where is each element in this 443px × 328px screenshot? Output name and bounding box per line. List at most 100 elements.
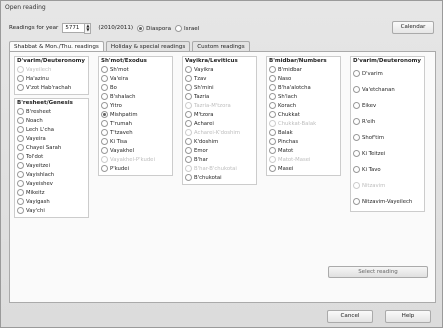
reading-radio[interactable]: Balak: [269, 129, 338, 138]
reading-radio[interactable]: Vayeira: [17, 135, 86, 144]
reading-radio[interactable]: B'har: [185, 156, 254, 165]
group-header: D'varim/Deuteronomy: [353, 58, 421, 64]
reading-radio[interactable]: T'rumah: [101, 120, 170, 129]
reading-radio[interactable]: D'varim: [353, 66, 422, 82]
radio-icon: [269, 66, 276, 73]
group-header: B'resheet/Genesis: [17, 100, 73, 106]
reading-label: B'har-B'chukotai: [194, 166, 237, 172]
reading-label: Ha'azinu: [26, 76, 49, 82]
col-deut-genesis: D'varim/Deuteronomy Vayeilech Ha'azinu V'z…: [14, 56, 89, 218]
reading-radio[interactable]: Tzav: [185, 75, 254, 84]
reading-radio[interactable]: Chukkat: [269, 111, 338, 120]
reading-radio[interactable]: Sh'lach: [269, 93, 338, 102]
radio-icon: [17, 162, 24, 169]
reading-radio[interactable]: Lech L'cha: [17, 126, 86, 135]
radio-icon: [269, 111, 276, 118]
reading-radio: Matot-Masei: [269, 156, 338, 165]
reading-radio[interactable]: Pinchas: [269, 138, 338, 147]
reading-label: Shof'tim: [362, 135, 384, 141]
radio-icon: [353, 118, 360, 125]
reading-label: Nitzavim: [362, 183, 386, 189]
reading-radio[interactable]: Sh'mot: [101, 66, 170, 75]
reading-label: Mishpatim: [110, 112, 138, 118]
reading-radio[interactable]: K'doshim: [185, 138, 254, 147]
help-button[interactable]: Help: [385, 310, 431, 323]
reading-label: Tazria-M'tzora: [194, 103, 231, 109]
reading-radio[interactable]: R'eih: [353, 114, 422, 130]
reading-radio[interactable]: Emor: [185, 147, 254, 156]
reading-radio[interactable]: V'zot Hab'rachah: [17, 84, 86, 93]
reading-label: Tazria: [194, 94, 210, 100]
reading-radio[interactable]: Eikev: [353, 98, 422, 114]
radio-icon: [101, 129, 108, 136]
year-spinner[interactable]: 5771 ▲ ▼: [62, 23, 92, 34]
reading-radio[interactable]: Va'etchanan: [353, 82, 422, 98]
reading-radio[interactable]: T'tzaveh: [101, 129, 170, 138]
reading-radio[interactable]: Chayei Sarah: [17, 144, 86, 153]
reading-radio[interactable]: Mikeitz: [17, 189, 86, 198]
calendar-button[interactable]: Calendar: [392, 21, 434, 34]
reading-label: D'varim: [362, 71, 383, 77]
group-numbers: B'midbar/Numbers B'midbar Naso B'ha'alotch…: [266, 56, 341, 176]
col-leviticus: Vayikra/Leviticus Vayikra Tzav Sh'mini Tazr…: [182, 56, 257, 185]
reading-radio[interactable]: Vayikra: [185, 66, 254, 75]
reading-radio[interactable]: Vayeishev: [17, 180, 86, 189]
group-header: Sh'mot/Exodus: [101, 58, 147, 64]
reading-radio[interactable]: Tazria: [185, 93, 254, 102]
reading-radio[interactable]: Noach: [17, 117, 86, 126]
reading-radio[interactable]: Ki Tavo: [353, 162, 422, 178]
reading-radio[interactable]: Mishpatim: [101, 111, 170, 120]
reading-radio[interactable]: Ki Tisa: [101, 138, 170, 147]
reading-label: Matot: [278, 148, 294, 154]
reading-radio[interactable]: B'midbar: [269, 66, 338, 75]
spinner-arrows-icon[interactable]: ▲ ▼: [84, 23, 92, 34]
reading-radio[interactable]: Shof'tim: [353, 130, 422, 146]
reading-label: Bo: [110, 85, 117, 91]
reading-radio[interactable]: Matot: [269, 147, 338, 156]
reading-label: Tzav: [194, 76, 207, 82]
reading-radio[interactable]: Vayishlach: [17, 171, 86, 180]
reading-label: Emor: [194, 148, 208, 154]
reading-radio[interactable]: Ki Teitzei: [353, 146, 422, 162]
radio-icon: [185, 84, 192, 91]
reading-radio[interactable]: Masei: [269, 165, 338, 174]
reading-label: Vayishlach: [26, 172, 55, 178]
reading-radio[interactable]: B'shalach: [101, 93, 170, 102]
radio-icon: [101, 120, 108, 127]
radio-icon: [185, 120, 192, 127]
reading-radio[interactable]: Ha'azinu: [17, 75, 86, 84]
reading-radio[interactable]: Yitro: [101, 102, 170, 111]
reading-radio[interactable]: Vay'chi: [17, 207, 86, 216]
radio-icon: [185, 66, 192, 73]
reading-label: K'doshim: [194, 139, 219, 145]
reading-radio[interactable]: Vayeitzei: [17, 162, 86, 171]
reading-radio[interactable]: Tol'dot: [17, 153, 86, 162]
diaspora-radio[interactable]: Diaspora: [137, 24, 171, 32]
reading-radio[interactable]: Vayigash: [17, 198, 86, 207]
radio-icon: [17, 126, 24, 133]
radio-icon: [17, 135, 24, 142]
reading-radio[interactable]: B'resheet: [17, 108, 86, 117]
radio-icon: [353, 182, 360, 189]
reading-radio[interactable]: Korach: [269, 102, 338, 111]
reading-radio[interactable]: Naso: [269, 75, 338, 84]
reading-radio[interactable]: Acharei: [185, 120, 254, 129]
reading-radio[interactable]: M'tzora: [185, 111, 254, 120]
radio-icon: [353, 102, 360, 109]
reading-radio[interactable]: Nitzavim-Vayeilech: [353, 194, 422, 210]
reading-radio[interactable]: Bo: [101, 84, 170, 93]
reading-radio[interactable]: B'chukotai: [185, 174, 254, 183]
radio-icon: [185, 165, 192, 172]
cancel-button[interactable]: Cancel: [327, 310, 373, 323]
select-reading-button[interactable]: Select reading: [328, 266, 428, 278]
reading-radio[interactable]: B'ha'alotcha: [269, 84, 338, 93]
reading-label: Masei: [278, 166, 294, 172]
radio-icon: [101, 156, 108, 163]
radio-icon: [185, 138, 192, 145]
reading-radio[interactable]: Vayakhel: [101, 147, 170, 156]
reading-radio: Vayeilech: [17, 66, 86, 75]
reading-radio[interactable]: Va'eira: [101, 75, 170, 84]
reading-radio[interactable]: P'kudei: [101, 165, 170, 174]
reading-radio[interactable]: Sh'mini: [185, 84, 254, 93]
israel-radio[interactable]: Israel: [175, 24, 199, 32]
